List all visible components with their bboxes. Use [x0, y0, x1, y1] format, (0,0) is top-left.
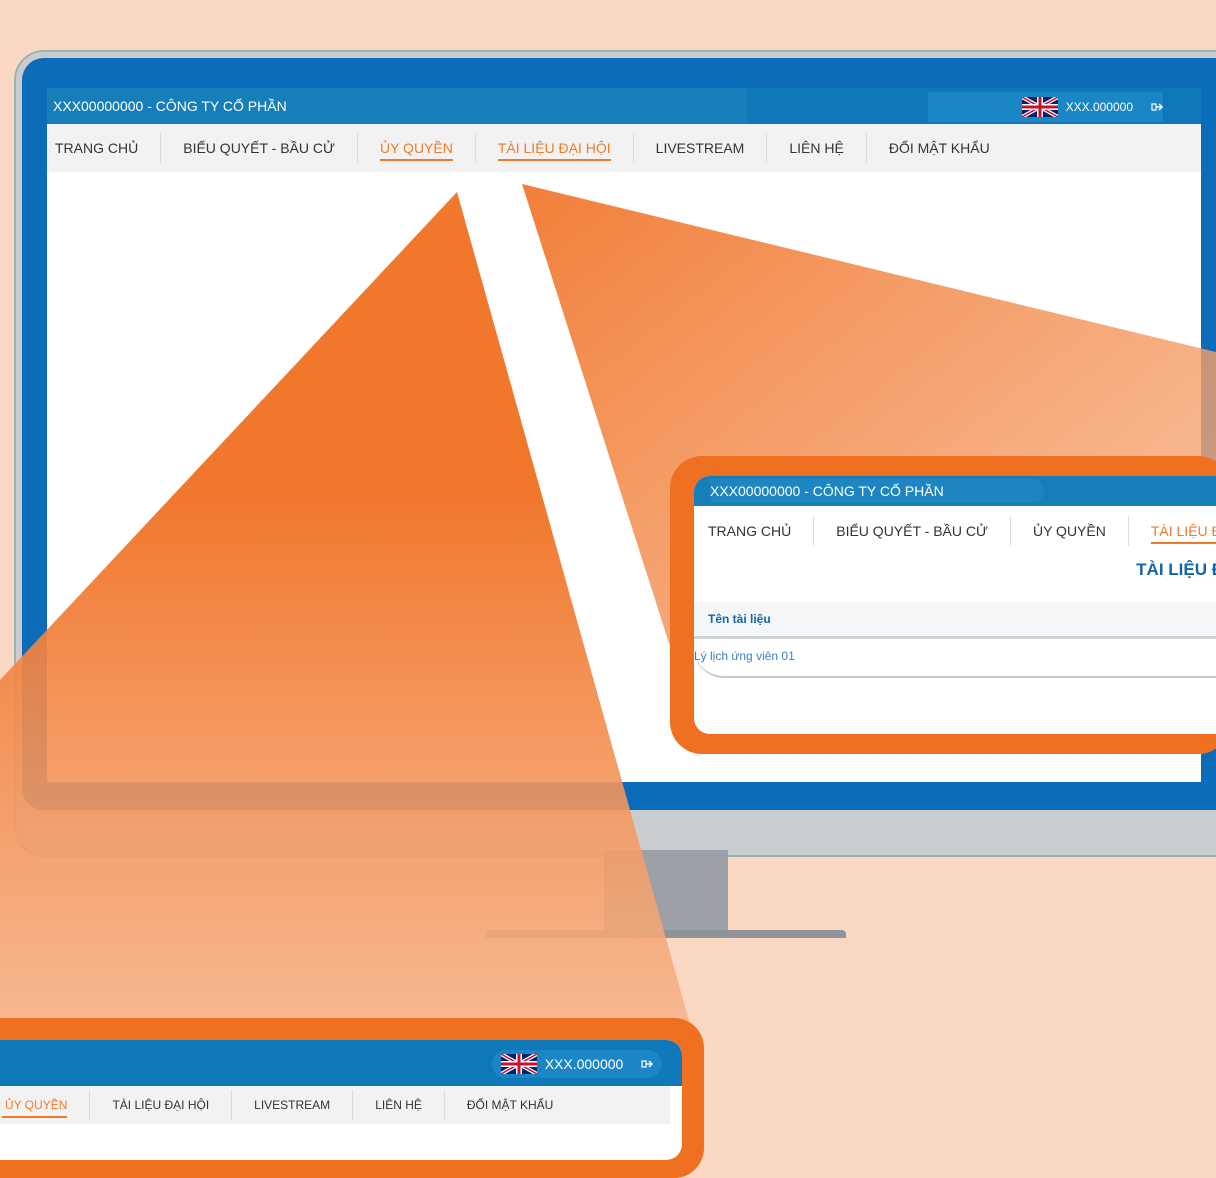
nav-tai-lieu[interactable]: TÀI LIỆU ĐẠI HỘI: [476, 133, 634, 163]
zoom-nav: TRANG CHỦ BIỂU QUYẾT - BẦU CỬ ỦY QUYỀN T…: [694, 506, 1216, 556]
zoom-documents-screen: XXX00000000 - CÔNG TY CỔ PHẦN TRANG CHỦ …: [694, 476, 1216, 734]
zoom-company-name: XXX00000000 - CÔNG TY CỔ PHẦN: [710, 479, 1044, 503]
monitor-stand-neck: [604, 850, 728, 930]
nav-lien-he[interactable]: LIÊN HỆ: [767, 133, 867, 163]
zoom-nav-doi-mat-khau[interactable]: ĐỔI MẬT KHẨU: [445, 1090, 575, 1120]
zoom-nav-livestream[interactable]: LIVESTREAM: [232, 1090, 354, 1120]
nav-bieu-quyet[interactable]: BIỂU QUYẾT - BẦU CỬ: [161, 133, 358, 163]
zoom-nav-screen: XXX.000000 ỦY QUYỀN TÀI LIỆU ĐẠI HỘI LIV…: [0, 1040, 682, 1160]
account-area[interactable]: XXX.000000: [928, 92, 1163, 122]
zoom-account-area[interactable]: XXX.000000: [492, 1050, 662, 1078]
zoom-account-id: XXX.000000: [544, 1056, 624, 1072]
column-header-document-name: Tên tài liệu: [708, 612, 771, 626]
documents-table-header: Tên tài liệu: [694, 602, 1216, 639]
nav-livestream[interactable]: LIVESTREAM: [634, 133, 768, 163]
zoom-nav-bieu-quyet[interactable]: BIỂU QUYẾT - BẦU CỬ: [814, 516, 1011, 546]
uk-flag-icon[interactable]: [1021, 97, 1058, 117]
header-bar: XXX00000000 - CÔNG TY CỔ PHẦN: [47, 88, 753, 124]
zoom-nav-lien-he[interactable]: LIÊN HỆ: [353, 1090, 445, 1120]
nav-doi-mat-khau[interactable]: ĐỔI MẬT KHẨU: [867, 133, 1012, 163]
zoom-nav-tai-lieu[interactable]: TÀI LIỆU ĐẠI H: [1129, 516, 1216, 546]
zoom-nav-trang-chu[interactable]: TRANG CHỦ: [694, 516, 815, 546]
logout-icon[interactable]: [641, 1059, 654, 1069]
documents-page-title: TÀI LIỆU Đ: [1136, 560, 1216, 579]
main-nav: TRANG CHỦ BIỂU QUYẾT - BẦU CỬ ỦY QUYỀN T…: [47, 124, 1201, 172]
zoom-header-bar: XXX00000000 - CÔNG TY CỔ PHẦN: [694, 476, 1216, 506]
zoom-nav-tai-lieu[interactable]: TÀI LIỆU ĐẠI HỘI: [90, 1090, 233, 1120]
zoom-bottom-nav: ỦY QUYỀN TÀI LIỆU ĐẠI HỘI LIVESTREAM LIÊ…: [0, 1086, 670, 1124]
document-link[interactable]: Lý lịch ứng viên 01: [694, 649, 795, 663]
nav-uy-quyen[interactable]: ỦY QUYỀN: [358, 133, 476, 163]
uk-flag-icon[interactable]: [500, 1054, 537, 1074]
account-id: XXX.000000: [1065, 100, 1133, 114]
zoom-nav-uy-quyen[interactable]: ỦY QUYỀN: [1011, 516, 1129, 546]
company-name: XXX00000000 - CÔNG TY CỔ PHẦN: [53, 98, 287, 114]
monitor-stand-base: [486, 930, 846, 938]
zoom-nav-uy-quyen[interactable]: ỦY QUYỀN: [0, 1090, 91, 1120]
table-row[interactable]: Lý lịch ứng viên 01: [694, 640, 1216, 678]
nav-trang-chu[interactable]: TRANG CHỦ: [47, 133, 162, 163]
logout-icon[interactable]: [1151, 102, 1163, 112]
